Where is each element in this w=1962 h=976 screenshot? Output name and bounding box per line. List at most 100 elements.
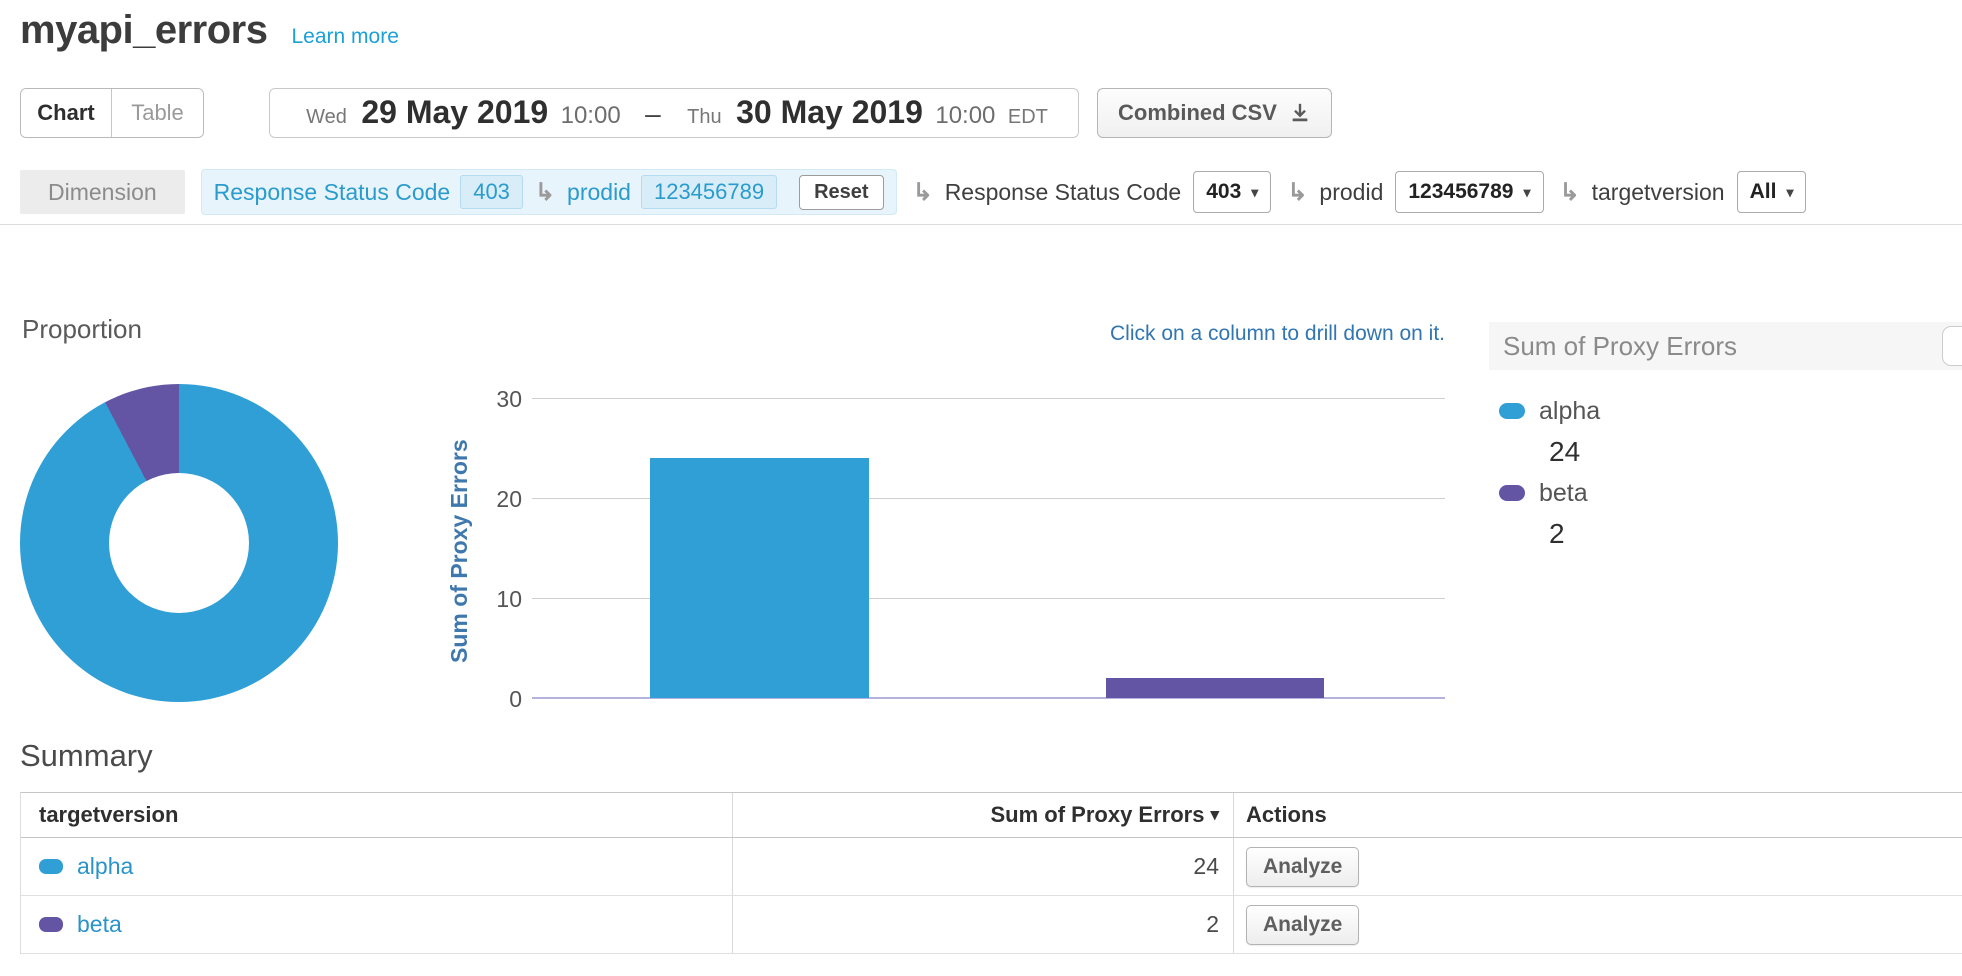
row-name-label: beta (77, 911, 122, 938)
y-tick-30: 30 (496, 386, 522, 412)
learn-more-link[interactable]: Learn more (291, 25, 398, 49)
page-header: myapi_errors Learn more (20, 8, 399, 53)
legend-item-label: alpha (1539, 397, 1600, 426)
sort-desc-icon: ▾ (1210, 805, 1219, 825)
drilldown-arrow-icon: ↳ (1287, 178, 1307, 207)
filter-crumb-value: 123456789 (641, 175, 777, 209)
cell-actions: Analyze (1234, 896, 1962, 953)
alpha-link[interactable]: alpha (39, 853, 133, 880)
drilldown-arrow-icon: ↳ (1560, 178, 1580, 207)
combined-csv-label: Combined CSV (1118, 100, 1277, 126)
cell-actions: Analyze (1234, 838, 1962, 895)
chevron-down-icon: ▾ (1786, 184, 1793, 201)
drilldown-targetversion: ↳ targetversion All ▾ (1560, 171, 1807, 213)
alpha-swatch (39, 859, 63, 874)
drilldown-select-targetversion[interactable]: All ▾ (1737, 171, 1807, 213)
page-title: myapi_errors (20, 8, 267, 53)
legend-title: Sum of Proxy Errors (1503, 331, 1737, 362)
gridline-30 (532, 398, 1445, 399)
legend-item-label: beta (1539, 479, 1588, 508)
drilldown-response-status-code: ↳ Response Status Code 403 ▾ (913, 171, 1272, 213)
beta-link[interactable]: beta (39, 911, 122, 938)
end-day: Thu (687, 106, 721, 128)
download-icon (1289, 102, 1311, 124)
analyze-button-alpha[interactable]: Analyze (1246, 847, 1359, 887)
chevron-down-icon: ▾ (1251, 184, 1258, 201)
end-time: 10:00 (935, 102, 995, 129)
start-time: 10:00 (561, 102, 621, 129)
summary-table: targetversion Sum of Proxy Errors ▾ Acti… (20, 792, 1962, 954)
y-tick-0: 0 (509, 686, 522, 712)
reset-button[interactable]: Reset (799, 175, 883, 210)
date-range-picker[interactable]: Wed 29 May 2019 10:00 – Thu 30 May 2019 … (269, 88, 1079, 138)
drilldown-arrow-icon: ↳ (913, 178, 933, 207)
legend-item-value: 24 (1499, 430, 1962, 474)
dimension-bar: Dimension Response Status Code 403 ↳ pro… (20, 169, 1806, 215)
drilldown-label: prodid (1319, 179, 1383, 206)
proportion-donut[interactable] (20, 384, 338, 702)
column-header-sum-proxy-errors[interactable]: Sum of Proxy Errors ▾ (733, 793, 1234, 837)
filter-crumb-name: prodid (567, 179, 631, 206)
y-axis-ticks: 0102030 (430, 387, 522, 699)
selected-value: All (1750, 180, 1777, 204)
column-header-actions: Actions (1234, 793, 1962, 837)
y-tick-20: 20 (496, 486, 522, 512)
drilldown-select-response-status-code[interactable]: 403 ▾ (1193, 171, 1271, 213)
bar-plot (532, 387, 1445, 699)
analyze-button-beta[interactable]: Analyze (1246, 905, 1359, 945)
legend-items: alpha 24 beta 2 (1489, 370, 1962, 556)
dimension-label: Dimension (20, 170, 185, 214)
row-value: 24 (1193, 853, 1219, 880)
bar-beta[interactable] (1106, 678, 1324, 698)
date-separator: – (645, 98, 661, 129)
section-divider (0, 224, 1962, 225)
legend-collapse-handle[interactable] (1942, 326, 1962, 366)
row-value: 2 (1206, 911, 1219, 938)
timezone-label: EDT (1008, 106, 1048, 128)
legend-header: Sum of Proxy Errors (1489, 322, 1962, 370)
report-page: myapi_errors Learn more Chart Table Wed … (0, 0, 1962, 976)
tab-table[interactable]: Table (112, 89, 203, 137)
summary-heading: Summary (20, 738, 153, 774)
start-day: Wed (306, 106, 347, 128)
column-header-label: Sum of Proxy Errors (991, 802, 1205, 828)
selected-value: 403 (1206, 180, 1241, 204)
chevron-down-icon: ▾ (1523, 184, 1530, 201)
start-date: 29 May 2019 (361, 94, 548, 130)
drilldown-arrow-icon: ↳ (535, 178, 555, 207)
alpha-swatch (1499, 403, 1525, 419)
filter-crumb-prodid[interactable]: prodid 123456789 (567, 175, 777, 209)
filter-crumb-response-status-code[interactable]: Response Status Code 403 (214, 175, 523, 209)
row-name-label: alpha (77, 853, 133, 880)
drilldown-label: Response Status Code (945, 179, 1182, 206)
proportion-label: Proportion (22, 314, 142, 345)
legend-item-alpha[interactable]: alpha (1499, 392, 1962, 430)
cell-targetversion: beta (21, 896, 733, 953)
selected-value: 123456789 (1408, 180, 1513, 204)
drilldown-select-prodid[interactable]: 123456789 ▾ (1395, 171, 1543, 213)
drilldown-hint: Click on a column to drill down on it. (1000, 322, 1445, 346)
table-row-beta: beta 2 Analyze (21, 896, 1962, 954)
y-tick-10: 10 (496, 586, 522, 612)
cell-targetversion: alpha (21, 838, 733, 895)
table-header-row: targetversion Sum of Proxy Errors ▾ Acti… (21, 793, 1962, 838)
legend-item-beta[interactable]: beta (1499, 474, 1962, 512)
tab-chart[interactable]: Chart (21, 89, 112, 137)
beta-swatch (1499, 485, 1525, 501)
active-filter-group: Response Status Code 403 ↳ prodid 123456… (201, 169, 897, 215)
filter-crumb-name: Response Status Code (214, 179, 451, 206)
cell-value: 24 (733, 838, 1234, 895)
filter-crumb-value: 403 (460, 175, 523, 209)
legend-panel: Sum of Proxy Errors alpha 24 beta 2 (1489, 322, 1962, 556)
table-row-alpha: alpha 24 Analyze (21, 838, 1962, 896)
drilldown-prodid: ↳ prodid 123456789 ▾ (1287, 171, 1543, 213)
bar-alpha[interactable] (650, 458, 869, 698)
column-header-targetversion: targetversion (21, 793, 733, 837)
drilldown-label: targetversion (1592, 179, 1725, 206)
end-date: 30 May 2019 (736, 94, 923, 130)
beta-swatch (39, 917, 63, 932)
legend-item-value: 2 (1499, 512, 1962, 556)
view-switch: Chart Table (20, 88, 204, 138)
combined-csv-button[interactable]: Combined CSV (1097, 88, 1332, 138)
toolbar: Chart Table Wed 29 May 2019 10:00 – Thu … (20, 88, 1332, 138)
